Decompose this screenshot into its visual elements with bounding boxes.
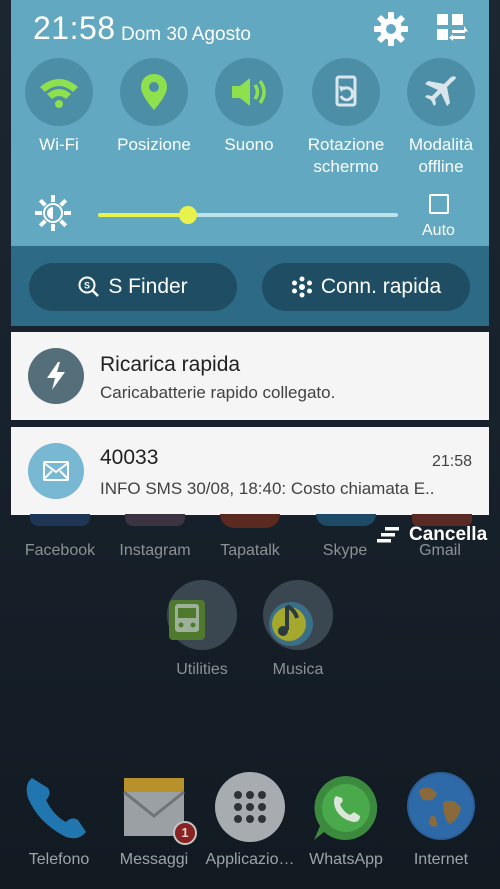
home-folder-label: Utilities bbox=[176, 661, 228, 678]
train-icon bbox=[169, 600, 205, 640]
messages-badge-count: 1 bbox=[181, 825, 189, 840]
whatsapp-icon bbox=[314, 776, 378, 840]
brightness-slider-fill bbox=[98, 213, 188, 217]
tapatalk-icon[interactable] bbox=[220, 514, 280, 528]
quick-connect-icon bbox=[291, 276, 312, 298]
notification-title: Ricarica rapida bbox=[100, 353, 241, 376]
phone-app-icon[interactable] bbox=[22, 770, 96, 844]
wifi-toggle-circle[interactable] bbox=[25, 58, 93, 126]
airplane-toggle-circle[interactable] bbox=[407, 58, 475, 126]
facebook-icon[interactable] bbox=[30, 514, 90, 526]
dock-app-label: Applicazio… bbox=[205, 851, 295, 868]
skype-icon[interactable] bbox=[316, 514, 376, 526]
airplane-icon bbox=[425, 76, 456, 106]
action-band: S S Finder Conn. rapida bbox=[11, 246, 489, 326]
instagram-icon[interactable] bbox=[125, 514, 185, 526]
quick-toggle-wifi[interactable]: Wi-Fi bbox=[14, 58, 104, 156]
airplane-label-text: Modalità offline bbox=[408, 135, 474, 176]
sound-label: Suono bbox=[224, 135, 274, 154]
home-app-label: Gmail bbox=[419, 542, 461, 559]
dock-app-label: Internet bbox=[413, 851, 469, 868]
sound-toggle-circle[interactable] bbox=[215, 58, 283, 126]
dock-app-label: Messaggi bbox=[119, 851, 189, 868]
brightness-icon bbox=[35, 195, 71, 231]
dock-app-label: WhatsApp bbox=[309, 851, 383, 868]
home-app-label: Tapatalk bbox=[220, 542, 280, 559]
apps-drawer-icon[interactable] bbox=[215, 772, 285, 842]
s-finder-icon: S bbox=[78, 276, 100, 297]
auto-brightness-label: Auto bbox=[422, 222, 455, 239]
airplane-label: Modalità offline bbox=[396, 134, 486, 178]
rotation-label: Rotazione schermo bbox=[300, 134, 392, 178]
dock-app-label: Telefono bbox=[28, 851, 90, 868]
music-note-icon bbox=[269, 602, 313, 646]
mail-icon bbox=[43, 461, 69, 481]
quick-toggle-location[interactable]: Posizione bbox=[109, 58, 199, 156]
wifi-icon bbox=[40, 79, 78, 108]
location-icon bbox=[141, 74, 167, 110]
home-app-label: Facebook bbox=[24, 542, 96, 559]
messages-badge: 1 bbox=[173, 821, 197, 845]
music-folder-icon[interactable] bbox=[263, 580, 333, 650]
notification-time: 21:58 bbox=[431, 453, 472, 470]
rotation-label-text: Rotazione schermo bbox=[307, 135, 385, 176]
s-finder-label: S Finder bbox=[108, 275, 188, 298]
utilities-folder-icon[interactable] bbox=[167, 580, 237, 650]
auto-brightness-checkbox[interactable] bbox=[429, 194, 449, 214]
brightness-slider[interactable] bbox=[98, 206, 398, 224]
quick-connect-label: Conn. rapida bbox=[320, 275, 442, 298]
home-app-label: Instagram bbox=[119, 542, 191, 559]
lightning-icon bbox=[47, 362, 65, 390]
notification-text: Caricabatterie rapido collegato. bbox=[100, 383, 336, 402]
s-finder-button[interactable]: S S Finder bbox=[29, 263, 237, 311]
edit-grid-icon[interactable] bbox=[431, 9, 471, 49]
svg-text:S: S bbox=[84, 281, 90, 291]
sms-avatar bbox=[28, 443, 84, 499]
clock: 21:58 bbox=[33, 10, 116, 46]
location-toggle-circle[interactable] bbox=[120, 58, 188, 126]
quick-settings-panel: 21:58 Dom 30 Agosto Wi-Fi Posizione Suon… bbox=[11, 0, 489, 246]
home-app-label: Skype bbox=[322, 542, 368, 559]
phone-icon bbox=[26, 778, 87, 839]
date: Dom 30 Agosto bbox=[121, 24, 251, 45]
location-label: Posizione bbox=[117, 135, 191, 154]
settings-gear-icon[interactable] bbox=[371, 9, 411, 49]
whatsapp-app-icon[interactable] bbox=[310, 772, 382, 844]
quick-connect-button[interactable]: Conn. rapida bbox=[262, 263, 470, 311]
wifi-label: Wi-Fi bbox=[39, 135, 79, 154]
sound-icon bbox=[232, 78, 266, 106]
quick-toggle-rotation[interactable]: Rotazione schermo bbox=[300, 58, 392, 178]
notification-sms[interactable]: 40033 21:58 INFO SMS 30/08, 18:40: Costo… bbox=[11, 427, 489, 515]
rotation-toggle-circle[interactable] bbox=[312, 58, 380, 126]
fast-charge-avatar bbox=[28, 348, 84, 404]
app-grid-icon bbox=[234, 791, 266, 823]
quick-toggle-sound[interactable]: Suono bbox=[204, 58, 294, 156]
internet-app-icon[interactable] bbox=[407, 772, 475, 840]
rotation-icon bbox=[335, 75, 357, 107]
notification-text: INFO SMS 30/08, 18:40: Costo chiamata E.… bbox=[100, 479, 435, 498]
globe-icon bbox=[409, 774, 473, 838]
brightness-slider-knob[interactable] bbox=[179, 206, 197, 224]
notification-title: 40033 bbox=[100, 446, 159, 469]
notification-fast-charge[interactable]: Ricarica rapida Caricabatterie rapido co… bbox=[11, 332, 489, 420]
quick-toggle-airplane[interactable]: Modalità offline bbox=[396, 58, 486, 178]
home-folder-label: Musica bbox=[272, 661, 324, 678]
